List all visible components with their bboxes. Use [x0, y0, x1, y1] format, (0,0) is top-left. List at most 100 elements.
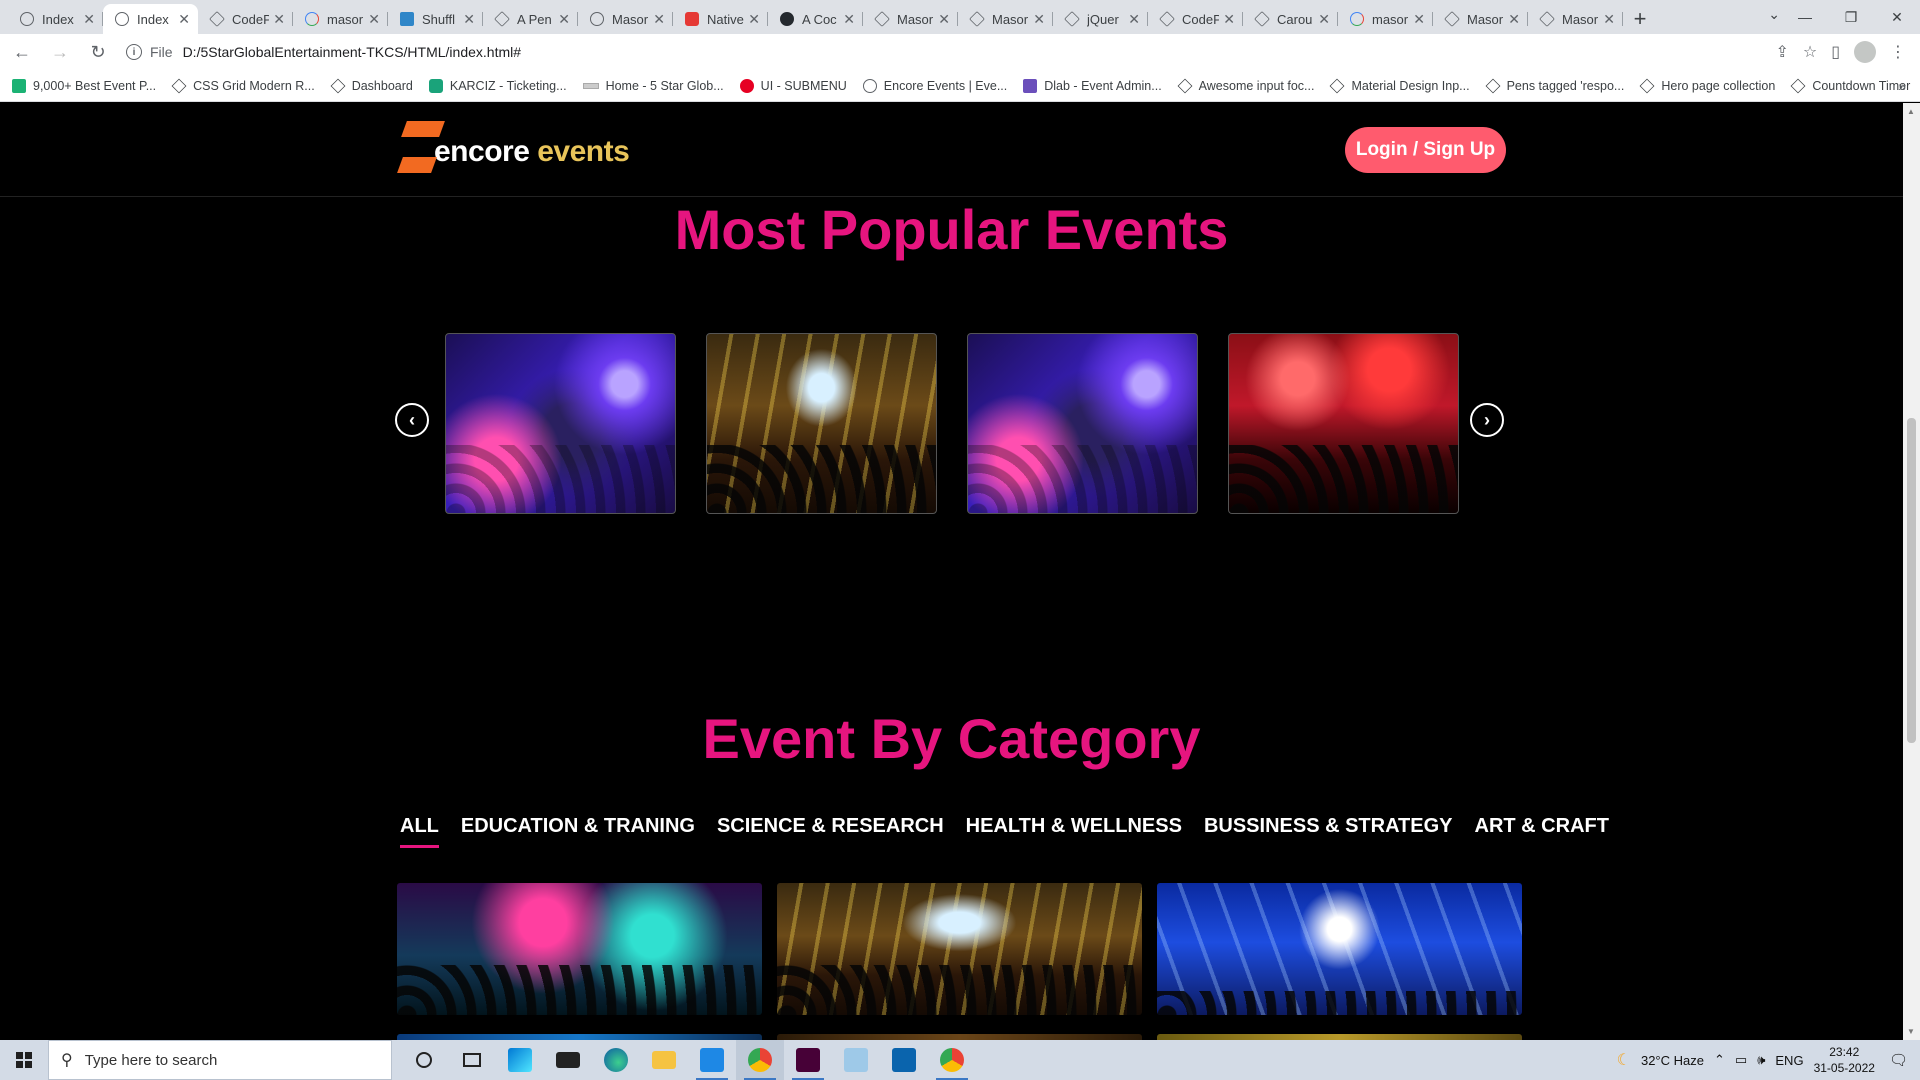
browser-tab[interactable]: Masor ✕ — [1528, 4, 1623, 34]
tab-close-icon[interactable]: ✕ — [83, 11, 95, 28]
network-icon[interactable]: ▭ — [1735, 1052, 1747, 1068]
cortana-icon[interactable] — [400, 1040, 448, 1080]
bookmark-item[interactable]: CSS Grid Modern R... — [171, 78, 315, 93]
bookmark-item[interactable]: Countdown Timer — [1790, 78, 1910, 93]
chrome-icon[interactable] — [736, 1040, 784, 1080]
back-icon[interactable]: ← — [6, 36, 38, 68]
close-window-icon[interactable]: ✕ — [1874, 0, 1920, 34]
bookmark-item[interactable]: Encore Events | Eve... — [862, 78, 1007, 93]
browser-tab[interactable]: Masor ✕ — [958, 4, 1053, 34]
tab-close-icon[interactable]: ✕ — [1508, 11, 1520, 28]
mail-icon[interactable] — [544, 1040, 592, 1080]
site-logo[interactable]: encore events — [398, 117, 630, 179]
tab-close-icon[interactable]: ✕ — [463, 11, 475, 28]
bookmark-item[interactable]: Hero page collection — [1639, 78, 1775, 93]
category-event-card[interactable] — [777, 883, 1142, 1015]
tab-close-icon[interactable]: ✕ — [1318, 11, 1330, 28]
browser-tab[interactable]: A Coc ✕ — [768, 4, 863, 34]
tab-close-icon[interactable]: ✕ — [938, 11, 950, 28]
scrollbar-thumb[interactable] — [1907, 418, 1916, 743]
bookmark-item[interactable]: UI - SUBMENU — [739, 78, 847, 93]
browser-tab[interactable]: Shuffl ✕ — [388, 4, 483, 34]
notifications-icon[interactable]: 🗨 — [1889, 1051, 1908, 1069]
scroll-down-icon[interactable]: ▼ — [1907, 1027, 1915, 1036]
category-tab[interactable]: HEALTH & WELLNESS — [966, 815, 1182, 848]
adobe-xd-icon[interactable] — [784, 1040, 832, 1080]
carousel-event-card[interactable] — [1228, 333, 1459, 514]
bookmarks-overflow-icon[interactable]: » — [1898, 78, 1906, 94]
carousel-event-card[interactable] — [445, 333, 676, 514]
browser-tab[interactable]: masor ✕ — [293, 4, 388, 34]
category-event-card[interactable] — [1157, 883, 1522, 1015]
browser-tab[interactable]: masor ✕ — [1338, 4, 1433, 34]
system-clock[interactable]: 23:42 31-05-2022 — [1814, 1044, 1875, 1076]
bookmark-item[interactable]: Dashboard — [330, 78, 413, 93]
minimize-icon[interactable]: — — [1782, 0, 1828, 34]
task-view-icon[interactable] — [448, 1040, 496, 1080]
carousel-event-card[interactable] — [967, 333, 1198, 514]
tab-close-icon[interactable]: ✕ — [1128, 11, 1140, 28]
tab-search-icon[interactable]: ⌄ — [1768, 6, 1780, 23]
bookmark-item[interactable]: Material Design Inp... — [1330, 78, 1470, 93]
side-panel-icon[interactable]: ▯ — [1831, 42, 1840, 62]
tab-close-icon[interactable]: ✕ — [1413, 11, 1425, 28]
address-bar[interactable]: i File D:/5StarGlobalEntertainment-TKCS/… — [126, 38, 1764, 66]
edge-icon[interactable] — [592, 1040, 640, 1080]
taskbar-search-box[interactable]: ⚲ Type here to search — [48, 1040, 392, 1080]
tab-close-icon[interactable]: ✕ — [178, 11, 190, 28]
start-button[interactable] — [0, 1040, 48, 1080]
scroll-up-icon[interactable]: ▲ — [1907, 107, 1915, 116]
category-tab[interactable]: SCIENCE & RESEARCH — [717, 815, 944, 848]
weather-icon[interactable]: ☾ — [1617, 1050, 1631, 1070]
chrome-secondary-icon[interactable] — [928, 1040, 976, 1080]
category-tab[interactable]: EDUCATION & TRANING — [461, 815, 695, 848]
tab-close-icon[interactable]: ✕ — [653, 11, 665, 28]
browser-tab[interactable]: Masor ✕ — [863, 4, 958, 34]
browser-tab[interactable]: Masor ✕ — [1433, 4, 1528, 34]
tab-close-icon[interactable]: ✕ — [558, 11, 570, 28]
bookmark-star-icon[interactable]: ☆ — [1803, 42, 1817, 62]
category-tab[interactable]: BUSSINESS & STRATEGY — [1204, 815, 1453, 848]
reload-icon[interactable]: ↻ — [82, 36, 114, 68]
browser-tab[interactable]: Index ✕ — [103, 4, 198, 34]
carousel-next-button[interactable]: › — [1470, 403, 1504, 437]
login-signup-button[interactable]: Login / Sign Up — [1345, 127, 1506, 173]
browser-tab[interactable]: A Pen ✕ — [483, 4, 578, 34]
browser-tab[interactable]: Native ✕ — [673, 4, 768, 34]
weather-text[interactable]: 32°C Haze — [1641, 1053, 1704, 1068]
forward-icon[interactable]: → — [44, 36, 76, 68]
browser-tab[interactable]: Carou ✕ — [1243, 4, 1338, 34]
language-indicator[interactable]: ENG — [1775, 1053, 1803, 1068]
tab-close-icon[interactable]: ✕ — [368, 11, 380, 28]
tab-close-icon[interactable]: ✕ — [1033, 11, 1045, 28]
tab-close-icon[interactable]: ✕ — [273, 11, 285, 28]
bookmark-item[interactable]: Home - 5 Star Glob... — [582, 79, 724, 93]
carousel-event-card[interactable] — [706, 333, 937, 514]
url-text[interactable]: D:/5StarGlobalEntertainment-TKCS/HTML/in… — [183, 44, 521, 60]
category-event-card[interactable] — [397, 883, 762, 1015]
vscode-icon[interactable] — [688, 1040, 736, 1080]
tab-close-icon[interactable]: ✕ — [1603, 11, 1615, 28]
menu-kebab-icon[interactable]: ⋮ — [1890, 42, 1906, 62]
browser-tab[interactable]: Index ✕ — [8, 4, 103, 34]
category-tab[interactable]: ALL — [400, 815, 439, 848]
share-icon[interactable]: ⇪ — [1775, 42, 1788, 62]
browser-tab[interactable]: CodeP ✕ — [198, 4, 293, 34]
bookmark-item[interactable]: Dlab - Event Admin... — [1023, 78, 1162, 93]
browser-tab[interactable]: Masor ✕ — [578, 4, 673, 34]
bookmark-item[interactable]: Pens tagged 'respo... — [1485, 78, 1624, 93]
page-scrollbar[interactable]: ▲ ▼ — [1903, 103, 1920, 1040]
bookmark-item[interactable]: KARCIZ - Ticketing... — [428, 78, 567, 93]
category-tab[interactable]: ART & CRAFT — [1475, 815, 1609, 848]
outlook-icon[interactable] — [880, 1040, 928, 1080]
tab-close-icon[interactable]: ✕ — [1223, 11, 1235, 28]
site-info-icon[interactable]: i — [126, 44, 142, 60]
file-explorer-icon[interactable] — [640, 1040, 688, 1080]
bookmark-item[interactable]: Awesome input foc... — [1177, 78, 1314, 93]
tab-close-icon[interactable]: ✕ — [843, 11, 855, 28]
carousel-prev-button[interactable]: ‹ — [395, 403, 429, 437]
bookmark-item[interactable]: 9,000+ Best Event P... — [12, 78, 156, 93]
new-tab-button[interactable]: + — [1623, 4, 1657, 34]
browser-tab[interactable]: CodeP ✕ — [1148, 4, 1243, 34]
browser-tab[interactable]: jQuer ✕ — [1053, 4, 1148, 34]
